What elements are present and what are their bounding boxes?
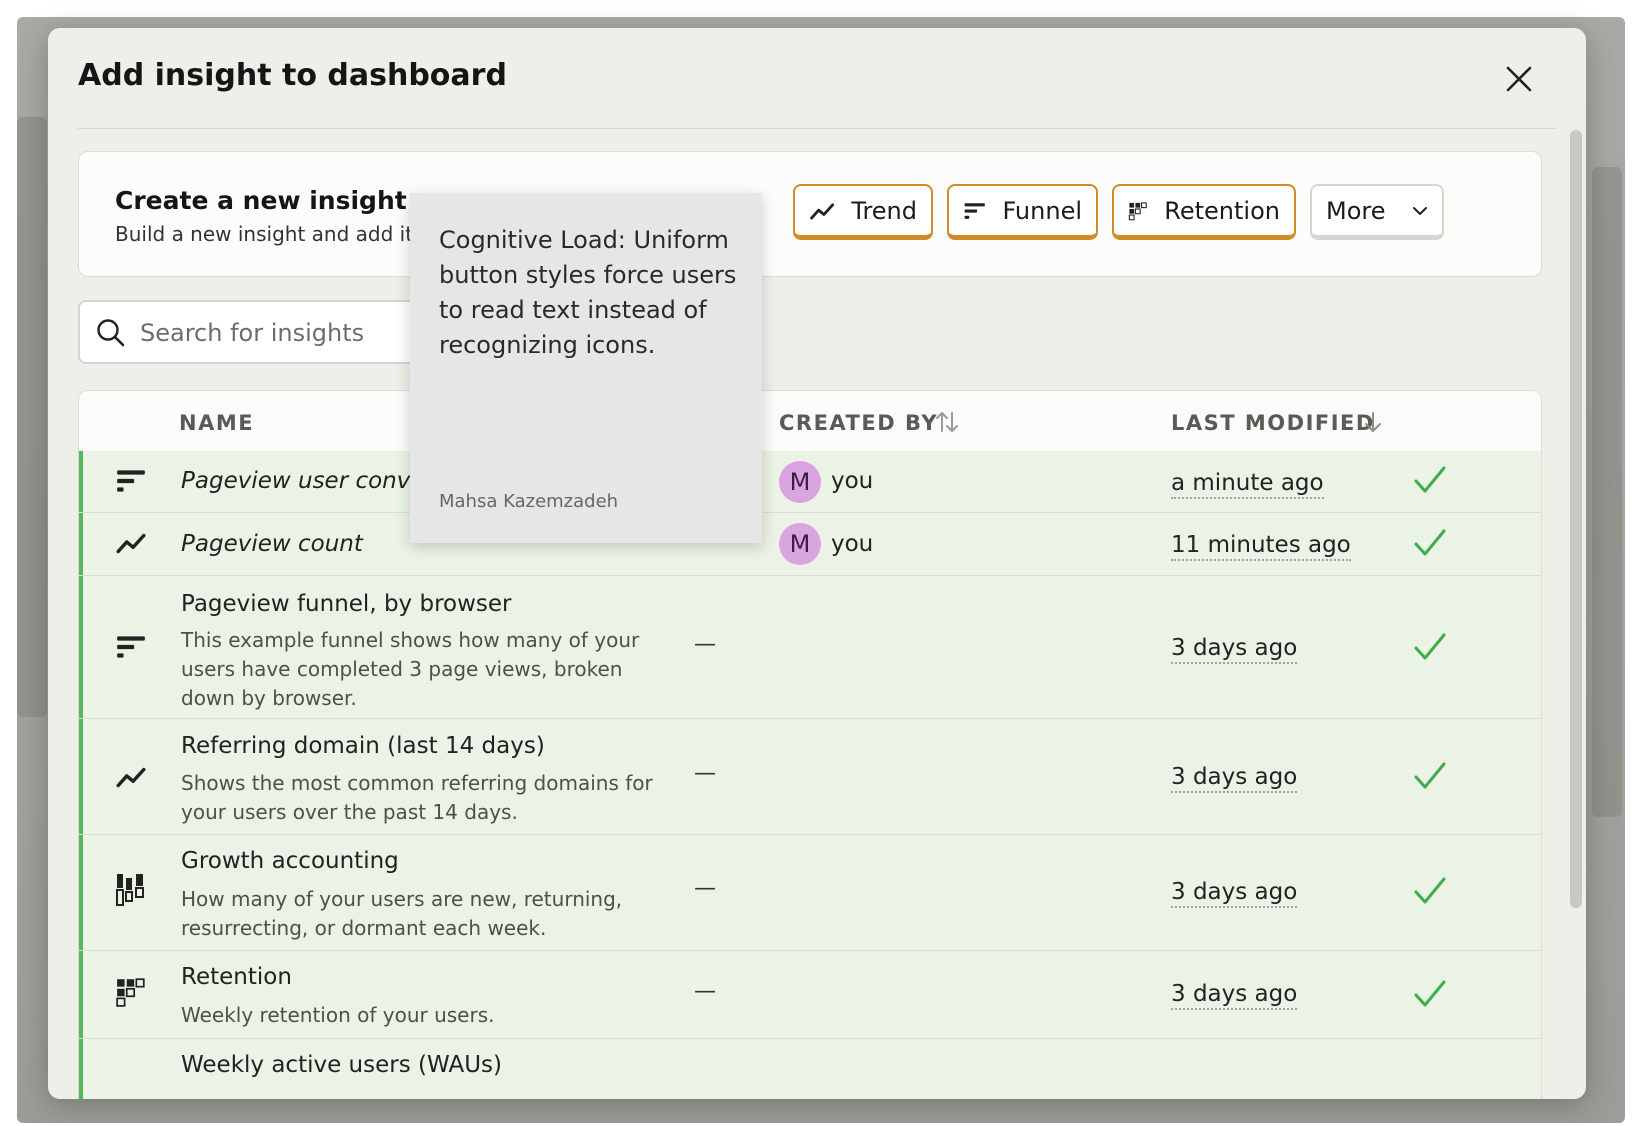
funnel-icon — [964, 202, 985, 219]
more-button[interactable]: More — [1310, 184, 1444, 240]
creator: you — [831, 531, 874, 557]
table-row[interactable]: Pageview funnel, by browser This example… — [79, 576, 1541, 719]
last-modified: 3 days ago — [1171, 635, 1298, 664]
tooltip-author: Mahsa Kazemzadeh — [439, 491, 619, 512]
modal-title: Add insight to dashboard — [78, 58, 507, 93]
table-header: NAME CREATED BY LAST MODIFIED — [79, 391, 1541, 452]
blurred-background — [17, 117, 47, 717]
checkmark-icon[interactable] — [1413, 632, 1447, 662]
insight-name[interactable]: Growth accounting — [181, 848, 399, 874]
last-modified: a minute ago — [1171, 470, 1324, 499]
retention-icon — [116, 978, 145, 1007]
insight-description: This example funnel shows how many of yo… — [181, 628, 640, 710]
chevron-down-icon — [1412, 206, 1427, 215]
more-button-label: More — [1326, 196, 1386, 225]
last-modified: 3 days ago — [1171, 879, 1298, 908]
column-created-by[interactable]: CREATED BY — [779, 411, 938, 435]
column-last-modified[interactable]: LAST MODIFIED — [1171, 411, 1375, 435]
create-insight-card: Create a new insight Build a new insight… — [78, 151, 1542, 277]
add-insight-modal: Add insight to dashboard Create a new in… — [48, 28, 1586, 1099]
funnel-button[interactable]: Funnel — [947, 184, 1098, 240]
tooltip-body: Cognitive Load: Uniform button styles fo… — [439, 226, 737, 359]
creator: — — [694, 979, 716, 1004]
creator: — — [694, 761, 716, 786]
funnel-button-label: Funnel — [1002, 196, 1082, 225]
search-icon — [97, 319, 125, 347]
retention-button-label: Retention — [1164, 196, 1280, 225]
insight-description: Weekly retention of your users. — [181, 1003, 495, 1027]
insight-name[interactable]: Weekly active users (WAUs) — [181, 1052, 502, 1078]
table-row[interactable]: Retention Weekly retention of your users… — [79, 951, 1541, 1039]
insight-name[interactable]: Pageview funnel, by browser — [181, 591, 512, 617]
table-row[interactable]: Referring domain (last 14 days) Shows th… — [79, 719, 1541, 835]
close-icon — [1506, 66, 1532, 92]
last-modified: 3 days ago — [1171, 981, 1298, 1010]
sort-descending-icon[interactable] — [1361, 409, 1385, 435]
checkmark-icon[interactable] — [1413, 979, 1447, 1009]
scrollbar[interactable] — [1570, 130, 1582, 908]
insight-name[interactable]: Pageview count — [181, 531, 363, 557]
divider — [78, 128, 1556, 129]
trend-button-label: Trend — [851, 196, 917, 225]
create-insight-subtitle: Build a new insight and add it t — [115, 222, 428, 246]
table-row[interactable]: Pageview user convers M you a minute ago — [79, 451, 1541, 513]
insight-name[interactable]: Retention — [181, 964, 292, 990]
creator: you — [831, 468, 874, 494]
table-row[interactable]: Growth accounting How many of your users… — [79, 835, 1541, 951]
row-accent — [79, 719, 83, 834]
create-insight-title: Create a new insight — [115, 186, 407, 215]
table-row[interactable]: Weekly active users (WAUs) — [79, 1039, 1541, 1099]
trend-icon — [810, 202, 835, 219]
row-accent — [79, 576, 83, 718]
funnel-icon — [117, 636, 145, 658]
avatar: M — [779, 523, 821, 565]
trend-button[interactable]: Trend — [793, 184, 933, 240]
sort-icon[interactable] — [934, 409, 960, 435]
last-modified: 3 days ago — [1171, 764, 1298, 793]
blurred-background — [1592, 167, 1622, 817]
row-accent — [79, 451, 83, 512]
checkmark-icon[interactable] — [1413, 528, 1447, 558]
insight-description: How many of your users are new, returnin… — [181, 887, 623, 940]
insight-description: Shows the most common referring domains … — [181, 771, 653, 824]
annotation-tooltip: Cognitive Load: Uniform button styles fo… — [410, 193, 762, 543]
row-accent — [79, 835, 83, 950]
insights-table: NAME CREATED BY LAST MODIFIED Pageview u… — [78, 390, 1542, 1099]
retention-button[interactable]: Retention — [1112, 184, 1296, 240]
checkmark-icon[interactable] — [1413, 761, 1447, 791]
table-row[interactable]: Pageview count M you 11 minutes ago — [79, 513, 1541, 576]
checkmark-icon[interactable] — [1413, 876, 1447, 906]
row-accent — [79, 513, 83, 575]
creator: — — [694, 632, 716, 657]
avatar: M — [779, 461, 821, 503]
lifecycle-icon — [116, 874, 144, 906]
insight-name[interactable]: Pageview user convers — [181, 468, 446, 494]
checkmark-icon[interactable] — [1413, 465, 1447, 495]
funnel-icon — [117, 470, 145, 492]
column-name[interactable]: NAME — [179, 411, 254, 435]
row-accent — [79, 1039, 83, 1099]
last-modified: 11 minutes ago — [1171, 532, 1351, 561]
creator: — — [694, 876, 716, 901]
close-button[interactable] — [1500, 60, 1538, 98]
trend-icon — [116, 767, 146, 788]
row-accent — [79, 951, 83, 1038]
insight-name[interactable]: Referring domain (last 14 days) — [181, 733, 545, 759]
retention-icon — [1128, 201, 1147, 220]
trend-icon — [116, 533, 146, 554]
